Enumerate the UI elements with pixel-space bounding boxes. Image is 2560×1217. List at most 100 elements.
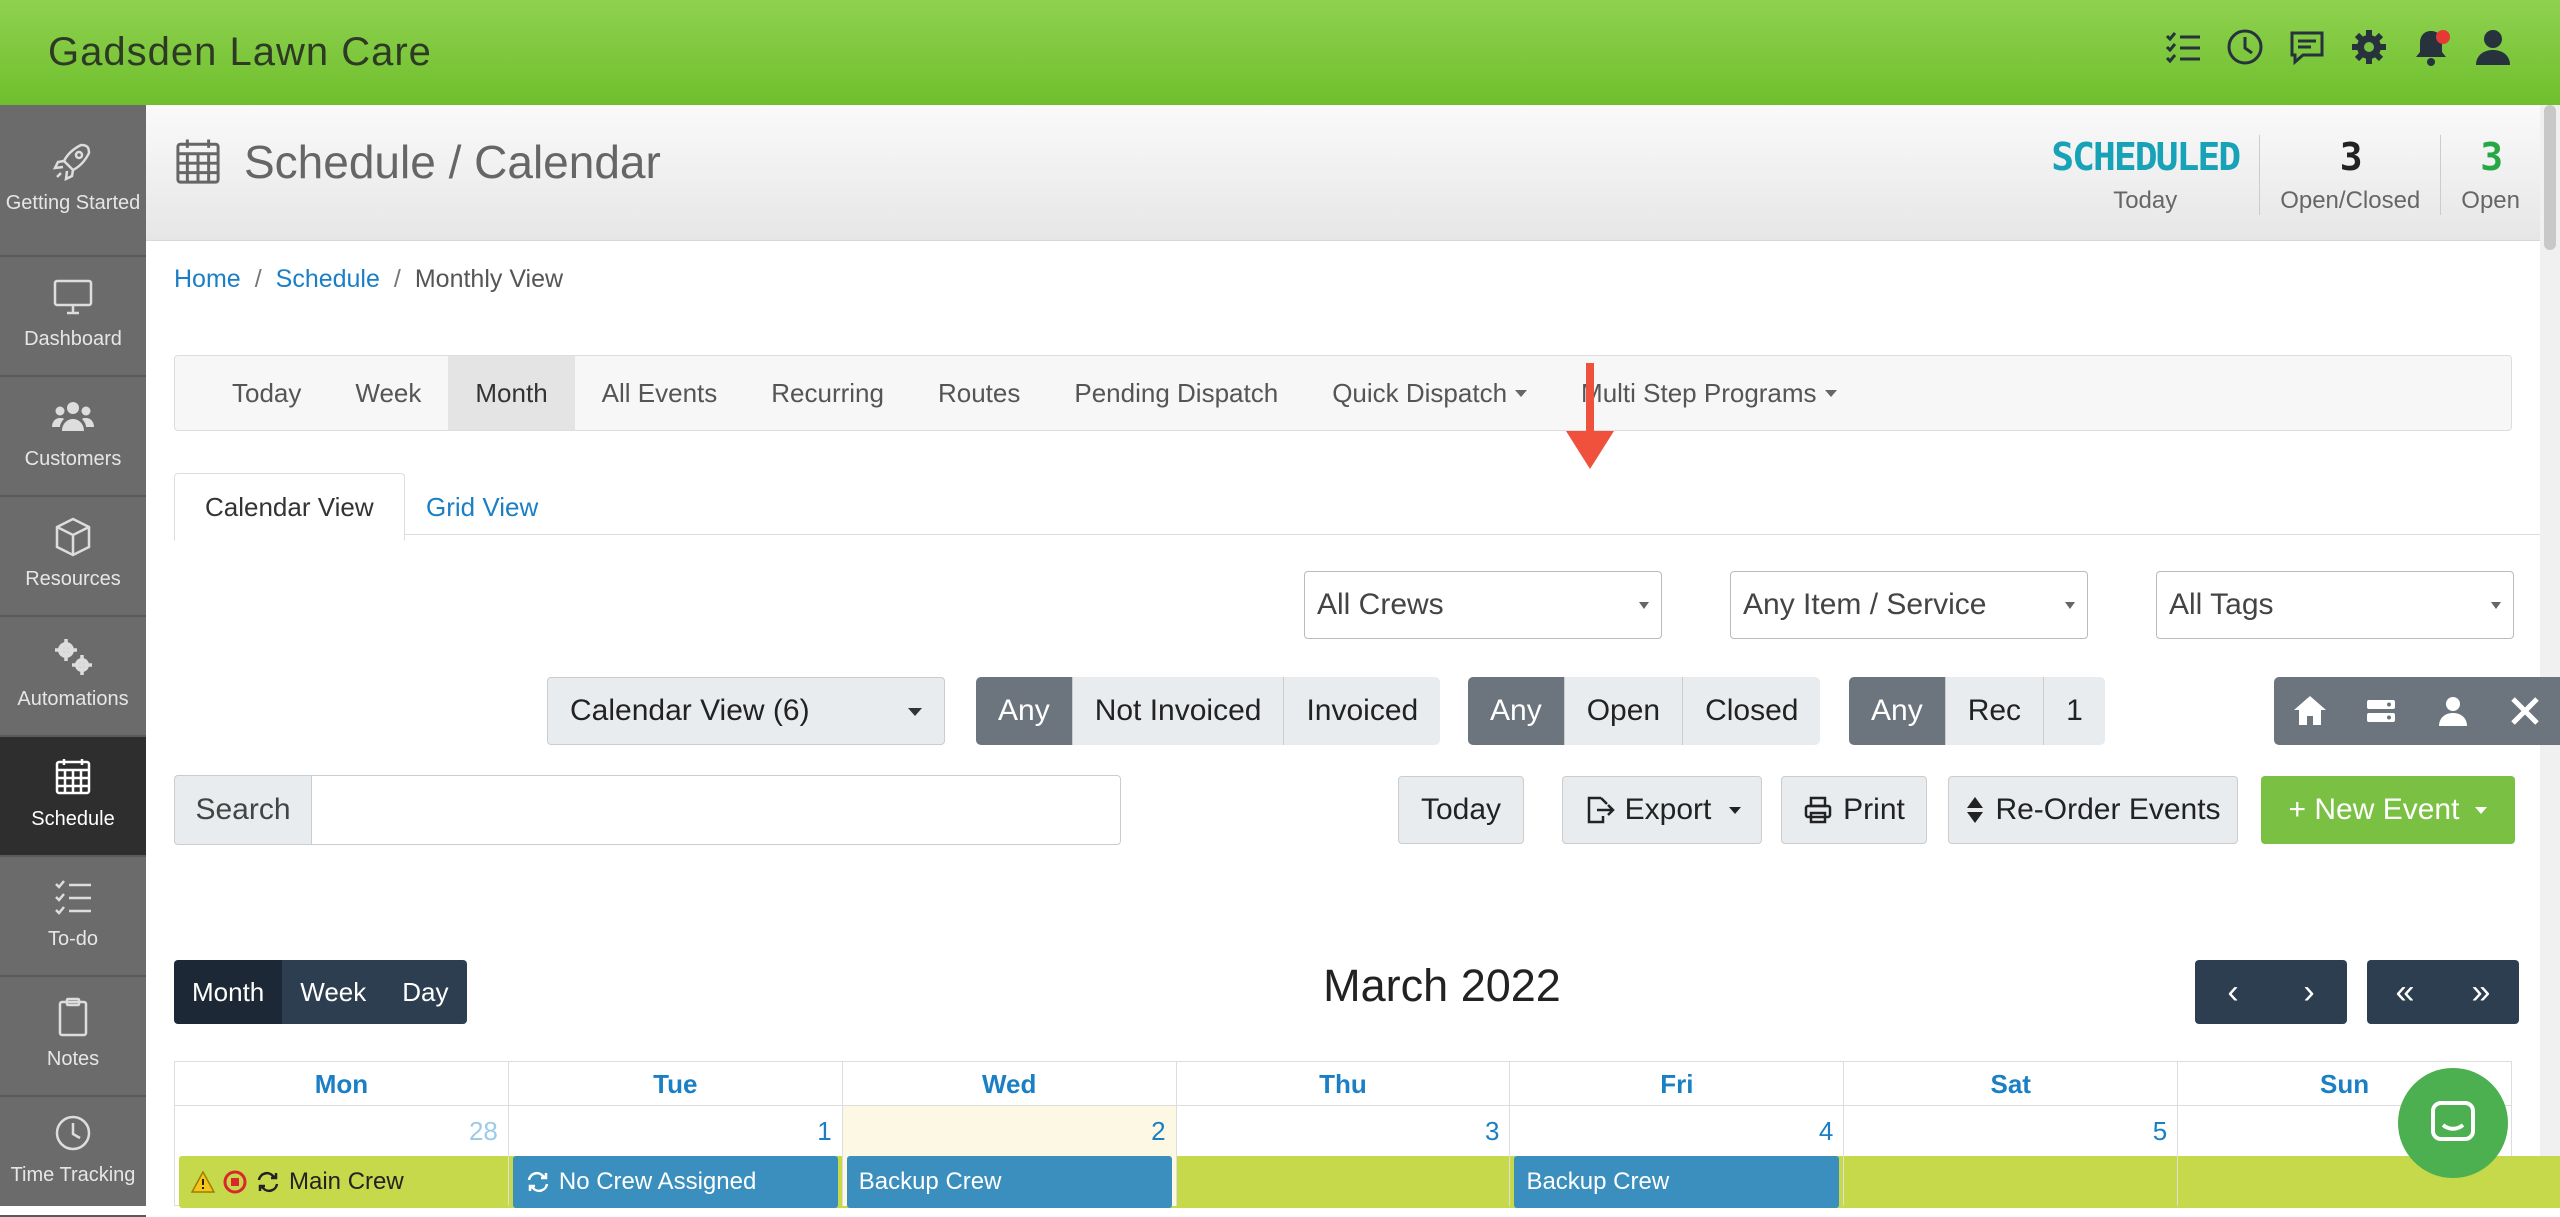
calendar-view-label: Calendar View (6) [570,694,810,727]
tab-calendar-view[interactable]: Calendar View [174,473,405,541]
prev-month-button[interactable]: ‹ [2195,960,2271,1024]
next-year-button[interactable]: » [2443,960,2519,1024]
event-no-crew-assigned[interactable]: No Crew Assigned [512,1156,838,1208]
day-cell[interactable]: 4 Backup Crew [1509,1106,1843,1208]
day-cell[interactable]: 5 [1843,1106,2177,1206]
view-day-button[interactable]: Day [384,960,467,1024]
day-cell[interactable]: 28 Main Crew [175,1106,2560,1208]
scrollbar[interactable] [2540,105,2560,1206]
sidebar-item-schedule[interactable]: Schedule [0,737,146,857]
day-number[interactable]: 3 [1485,1116,1499,1147]
sidebar-item-label: Resources [25,568,121,590]
open-button[interactable]: Open [1563,677,1683,745]
nav-pending-dispatch[interactable]: Pending Dispatch [1047,356,1305,430]
calendar-icon [55,759,91,795]
event-backup-crew[interactable]: Backup Crew [1514,1156,1840,1208]
crews-select[interactable]: All Crews [1304,571,1662,639]
invoice-any-button[interactable]: Any [976,677,1072,745]
view-week-button[interactable]: Week [282,960,385,1024]
status-any-button[interactable]: Any [1468,677,1564,745]
chat-launcher-button[interactable] [2398,1068,2508,1178]
nav-month[interactable]: Month [448,356,575,430]
stat-scheduled[interactable]: SCHEDULED Today [2031,135,2259,215]
today-button[interactable]: Today [1398,776,1524,844]
new-event-button[interactable]: + New Event [2261,776,2515,844]
item-service-select[interactable]: Any Item / Service [1730,571,2088,639]
invoiced-button[interactable]: Invoiced [1283,677,1441,745]
sidebar-item-time-tracking[interactable]: Time Tracking [0,1097,146,1217]
stat-open[interactable]: 3 Open [2440,135,2540,215]
stat-open-closed[interactable]: 3 Open/Closed [2259,135,2440,215]
nav-label: Quick Dispatch [1332,377,1508,408]
day-number[interactable]: 1 [817,1116,831,1147]
bell-icon[interactable] [2410,26,2452,68]
print-button[interactable]: Print [1781,776,1927,844]
nav-quick-dispatch[interactable]: Quick Dispatch [1305,356,1554,430]
brand-name[interactable]: Gadsden Lawn Care [48,30,432,75]
warning-icon [191,1171,215,1193]
day-number[interactable]: 5 [2153,1116,2167,1147]
tags-select[interactable]: All Tags [2156,571,2514,639]
export-button[interactable]: Export [1562,776,1762,844]
sidebar-item-dashboard[interactable]: Dashboard [0,257,146,377]
day-cell[interactable]: 1 No Crew Assigned [507,1106,842,1208]
breadcrumb-home[interactable]: Home [174,265,241,293]
rec-button[interactable]: Rec [1944,677,2044,745]
rec-any-button[interactable]: Any [1849,677,1945,745]
next-month-button[interactable]: › [2271,960,2347,1024]
tab-grid-view[interactable]: Grid View [396,473,568,541]
server-icon[interactable] [2346,677,2418,745]
sidebar-item-automations[interactable]: Automations [0,617,146,737]
sidebar-item-todo[interactable]: To-do [0,857,146,977]
breadcrumb-current: Monthly View [414,265,564,293]
nav-all-events[interactable]: All Events [575,356,745,430]
sidebar-item-getting-started[interactable]: Getting Started [0,105,146,257]
stat-label: Today [2113,187,2178,214]
nav-week[interactable]: Week [328,356,448,430]
view-month-button[interactable]: Month [174,960,283,1024]
nav-routes[interactable]: Routes [911,356,1047,430]
search-input[interactable] [311,775,1121,845]
calendar-view-select[interactable]: Calendar View (6) [547,677,945,745]
users-icon [52,402,94,431]
clock-icon[interactable] [2224,26,2266,68]
user-icon[interactable] [2472,26,2514,68]
top-bar: Gadsden Lawn Care [0,0,2560,105]
nav-today[interactable]: Today [205,356,328,430]
stat-label: Open [2461,187,2520,214]
day-number[interactable]: 2 [1151,1116,1165,1147]
event-backup-crew[interactable]: Backup Crew [846,1156,1172,1208]
scrollbar-thumb[interactable] [2544,105,2556,250]
month-calendar: Mon Tue Wed Thu Fri Sat Sun 28 Main Crew… [174,1061,2560,1208]
day-cell-today[interactable]: 2 Backup Crew [841,1106,1176,1208]
closed-button[interactable]: Closed [1682,677,1821,745]
header-stats: SCHEDULED Today 3 Open/Closed 3 Open [2031,135,2540,215]
weekday-thu: Thu [1175,1062,1510,1105]
breadcrumb-schedule[interactable]: Schedule [276,265,380,293]
gear-icon[interactable] [2348,26,2390,68]
nav-recurring[interactable]: Recurring [744,356,911,430]
day-number[interactable]: 4 [1819,1116,1833,1147]
chat-icon[interactable] [2286,26,2328,68]
sidebar-item-notes[interactable]: Notes [0,977,146,1097]
rocket-icon [52,143,91,182]
single-button[interactable]: 1 [2043,677,2105,745]
prev-year-button[interactable]: « [2367,960,2443,1024]
not-invoiced-button[interactable]: Not Invoiced [1071,677,1284,745]
day-cell[interactable]: 3 [1175,1106,1510,1206]
sidebar-item-label: Customers [24,448,122,470]
sidebar-item-customers[interactable]: Customers [0,377,146,497]
day-number[interactable]: 28 [469,1116,498,1147]
clock-icon [55,1115,91,1151]
event-title: Main Crew [289,1168,404,1195]
home-icon[interactable] [2274,677,2346,745]
event-title: Backup Crew [858,1168,1002,1195]
chevron-down-icon [1824,389,1837,397]
sidebar-item-resources[interactable]: Resources [0,497,146,617]
person-icon[interactable] [2417,677,2489,745]
reorder-events-button[interactable]: Re-Order Events [1948,776,2238,844]
search-label: Search [174,775,312,845]
sidebar-item-label: To-do [47,928,99,950]
checklist-icon[interactable] [2162,26,2204,68]
tools-icon[interactable] [2489,677,2560,745]
